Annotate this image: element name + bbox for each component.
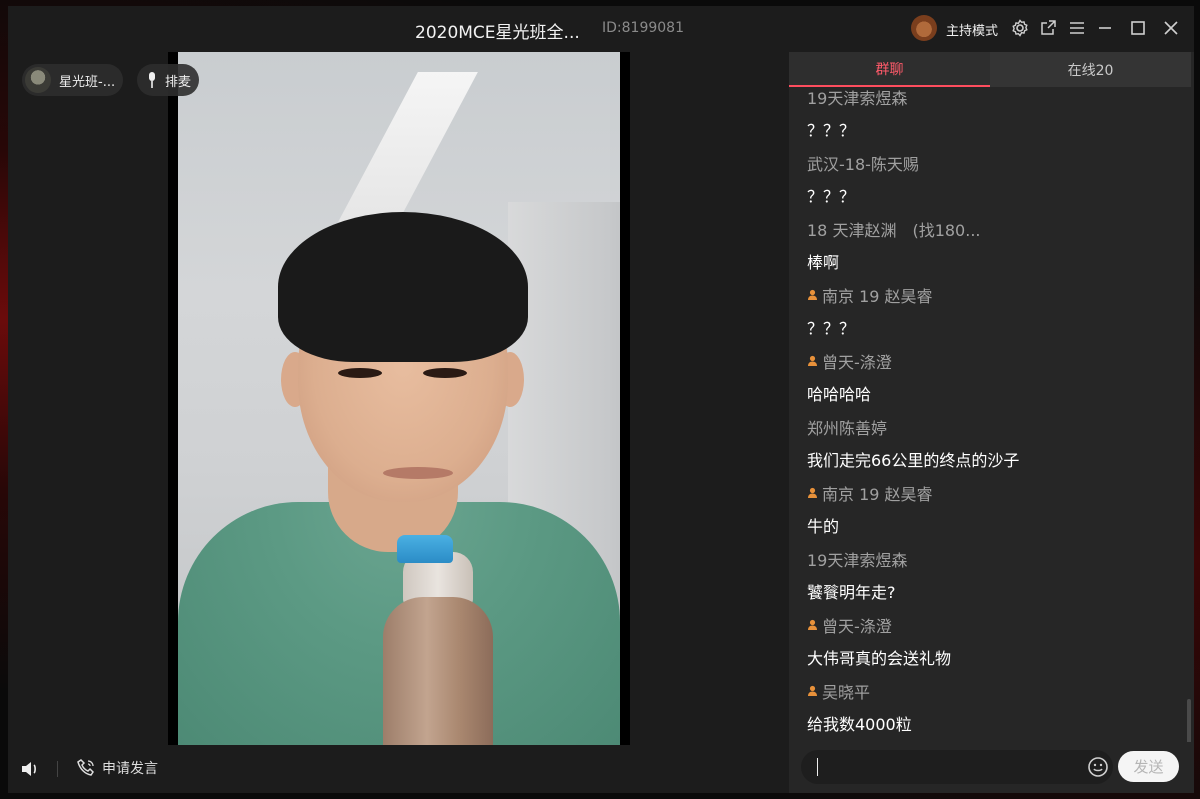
tab-online[interactable]: 在线20 — [990, 52, 1191, 87]
message-text: ？？？ — [807, 187, 856, 206]
mic-queue-button[interactable]: 排麦 — [137, 64, 200, 96]
list-item: 曾天-涤澄 哈哈哈哈 — [807, 349, 892, 405]
message-sender: 19天津索煜森 — [807, 551, 908, 570]
chat-tabs: 群聊 在线20 — [789, 52, 1194, 87]
popout-icon[interactable] — [1037, 17, 1059, 39]
list-item: 郑州陈善婷 我们走完66公里的终点的沙子 — [807, 415, 1019, 471]
room-title: 2020MCE星光班全... — [415, 23, 580, 43]
avatar — [25, 67, 51, 93]
message-text: 大伟哥真的会送礼物 — [807, 649, 952, 668]
apply-speak-label: 申请发言 — [102, 761, 158, 777]
menu-icon[interactable] — [1066, 17, 1088, 39]
message-sender: 吴晓平 — [807, 679, 912, 703]
live-video[interactable] — [178, 52, 620, 745]
video-ceiling-light — [338, 72, 478, 222]
title-bar: 2020MCE星光班全... ID:8199081 主持模式 — [8, 6, 1194, 52]
message-sender: 南京 19 赵昊睿 — [807, 481, 933, 505]
message-sender: 曾天-涤澄 — [807, 349, 892, 373]
list-item: 南京 19 赵昊睿 牛的 — [807, 481, 933, 537]
host-mode-button[interactable]: 主持模式 — [946, 20, 998, 39]
tab-group-chat[interactable]: 群聊 — [789, 52, 990, 87]
mic-queue-label: 排麦 — [165, 74, 192, 90]
message-text: 给我数4000粒 — [807, 715, 912, 734]
phone-icon — [76, 758, 96, 778]
video-person-mouth — [383, 467, 453, 479]
message-text: ？？？ — [807, 319, 856, 338]
user-badge-icon — [808, 355, 817, 366]
list-item: 吴晓平 给我数4000粒 — [807, 679, 912, 735]
video-stage: 星光班-... 排麦 — [8, 52, 789, 745]
message-sender: 武汉-18-陈天赐 — [807, 155, 919, 174]
room-id: ID:8199081 — [602, 20, 684, 36]
close-icon[interactable] — [1160, 17, 1182, 39]
host-info-pill[interactable]: 星光班-... — [22, 64, 124, 96]
chat-message-list[interactable]: 19天津索煜森 ？？？ 武汉-18-陈天赐 ？？？ 18 天津赵渊 (找180.… — [789, 87, 1194, 742]
settings-icon[interactable] — [1009, 17, 1031, 39]
message-text: ？？？ — [807, 121, 856, 140]
chat-input-row: 发送 — [801, 750, 1181, 784]
message-text: 棒啊 — [807, 253, 840, 272]
list-item: 18 天津赵渊 (找180... 棒啊 — [807, 217, 981, 273]
user-badge-icon — [808, 619, 817, 630]
list-item: 曾天-涤澄 大伟哥真的会送礼物 — [807, 613, 951, 669]
video-frame — [168, 52, 630, 745]
app-window: 2020MCE星光班全... ID:8199081 主持模式 星光班-... 排… — [8, 6, 1194, 793]
message-sender: 郑州陈善婷 — [807, 419, 888, 438]
message-sender: 18 天津赵渊 (找180... — [807, 221, 981, 240]
maximize-icon[interactable] — [1127, 17, 1149, 39]
message-text: 我们走完66公里的终点的沙子 — [807, 451, 1020, 470]
message-text: 饕餮明年走? — [807, 583, 896, 602]
bottom-toolbar: 申请发言 — [8, 745, 789, 793]
user-badge-icon — [808, 487, 817, 498]
video-bottle-cap — [397, 535, 453, 563]
message-sender: 19天津索煜森 — [807, 89, 908, 108]
list-item: 19天津索煜森 ？？？ — [807, 87, 907, 141]
list-item: 南京 19 赵昊睿 ？？？ — [807, 283, 933, 339]
chat-panel: 群聊 在线20 19天津索煜森 ？？？ 武汉-18-陈天赐 ？？？ 18 天津赵… — [789, 52, 1194, 793]
minimize-icon[interactable] — [1094, 17, 1116, 39]
list-item: 武汉-18-陈天赐 ？？？ — [807, 151, 919, 207]
video-person-hair — [278, 212, 528, 362]
list-item: 19天津索煜森 饕餮明年走? — [807, 547, 907, 603]
message-sender: 南京 19 赵昊睿 — [807, 283, 933, 307]
message-text: 哈哈哈哈 — [807, 385, 872, 404]
chat-scrollbar[interactable] — [1187, 699, 1191, 742]
toolbar-divider — [57, 761, 58, 777]
message-sender: 曾天-涤澄 — [807, 613, 951, 637]
message-text: 牛的 — [807, 517, 840, 536]
video-bottle — [383, 597, 493, 745]
microphone-icon — [145, 70, 159, 90]
emoji-icon[interactable] — [1087, 756, 1109, 778]
send-button[interactable]: 发送 — [1118, 751, 1179, 782]
bear-avatar-icon[interactable] — [911, 15, 937, 41]
text-caret — [817, 758, 818, 776]
speaker-icon[interactable] — [20, 759, 42, 779]
video-person-eye — [423, 368, 467, 378]
chat-input[interactable] — [801, 750, 1113, 784]
user-badge-icon — [808, 289, 817, 300]
apply-speak-button[interactable]: 申请发言 — [76, 758, 158, 778]
video-person-eye — [338, 368, 382, 378]
host-name: 星光班-... — [59, 74, 116, 90]
user-badge-icon — [808, 685, 817, 696]
